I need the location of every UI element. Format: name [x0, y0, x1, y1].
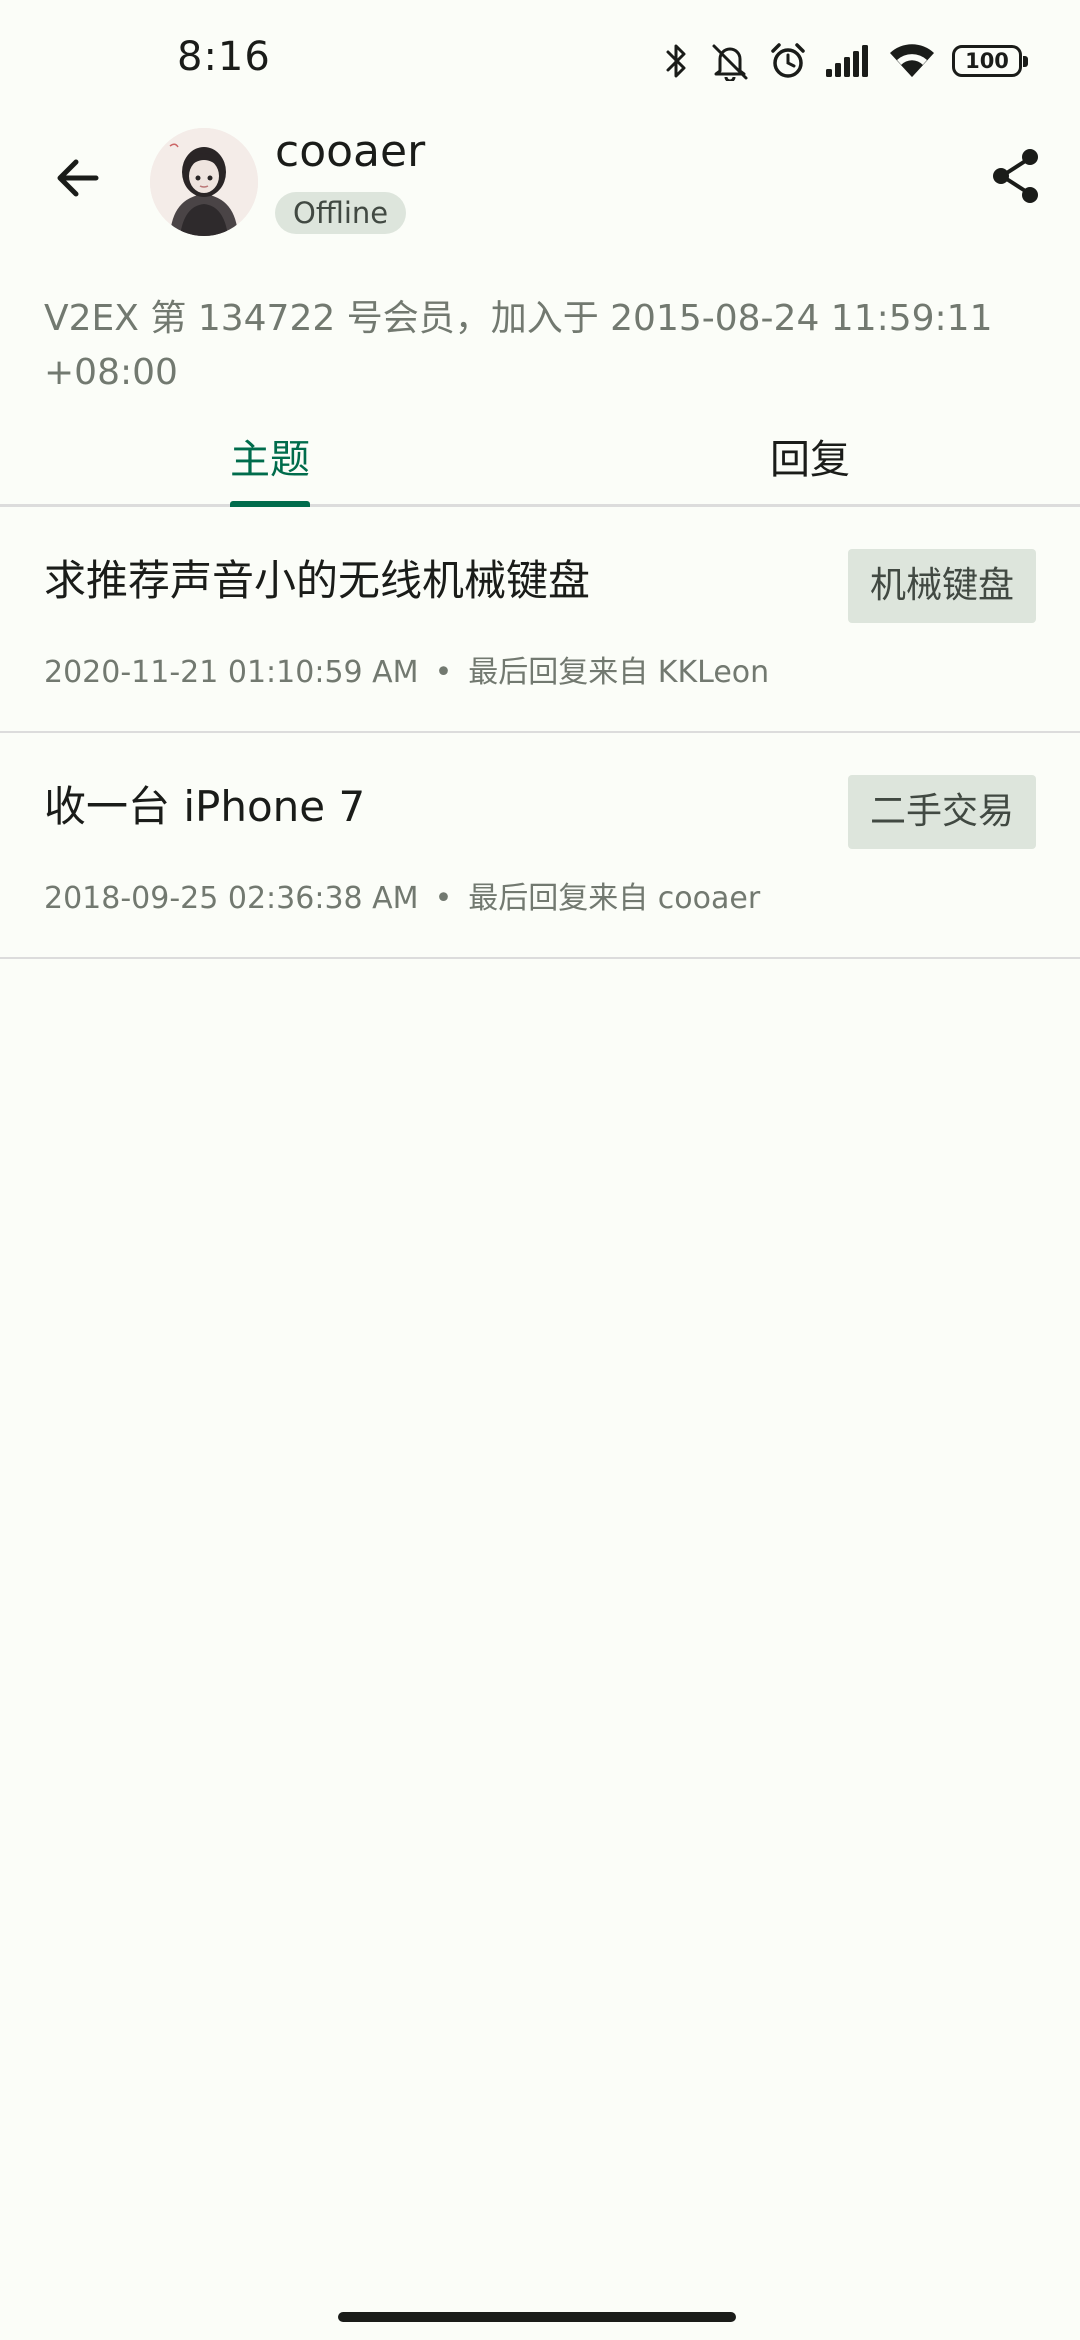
list-item[interactable]: 收一台 iPhone 7 二手交易 2018-09-25 02:36:38 AM… — [0, 733, 1080, 959]
tab-topics[interactable]: 主题 — [0, 418, 540, 507]
tab-replies[interactable]: 回复 — [540, 418, 1080, 504]
wifi-icon — [888, 41, 936, 81]
last-reply: 最后回复来自 KKLeon — [468, 655, 770, 690]
arrow-left-icon — [52, 152, 104, 208]
topic-meta: 2020-11-21 01:10:59 AM • 最后回复来自 KKLeon — [44, 647, 769, 691]
muted-bell-icon — [708, 41, 752, 81]
list-item[interactable]: 求推荐声音小的无线机械键盘 机械键盘 2020-11-21 01:10:59 A… — [0, 507, 1080, 733]
battery-icon: 100 — [952, 45, 1028, 77]
alarm-icon — [768, 41, 808, 81]
topic-time: 2020-11-21 01:10:59 AM — [44, 655, 419, 690]
profile-tabs: 主题 回复 — [0, 418, 1080, 507]
username: cooaer — [275, 126, 426, 177]
online-status-badge: Offline — [275, 192, 407, 234]
tab-topics-label: 主题 — [230, 418, 310, 507]
topic-title[interactable]: 求推荐声音小的无线机械键盘 — [44, 547, 824, 608]
status-bar: 8:16 100 — [0, 0, 1080, 120]
member-info: V2EX 第 134722 号会员，加入于 2015-08-24 11:59:1… — [44, 298, 993, 393]
status-time: 8:16 — [177, 34, 271, 80]
meta-separator: • — [434, 881, 453, 916]
bluetooth-icon — [662, 41, 692, 81]
share-button[interactable] — [982, 144, 1050, 212]
meta-separator: • — [434, 655, 453, 690]
gesture-navigation-bar[interactable] — [338, 2312, 736, 2322]
back-button[interactable] — [44, 146, 112, 214]
share-icon — [988, 146, 1044, 210]
node-tag[interactable]: 机械键盘 — [847, 549, 1036, 623]
status-icons: 100 — [662, 38, 1028, 84]
profile-header: cooaer Offline V2EX 第 134722 号会员，加入于 201… — [0, 120, 1080, 393]
last-reply: 最后回复来自 cooaer — [468, 881, 761, 916]
node-tag[interactable]: 二手交易 — [847, 775, 1036, 849]
tab-replies-label: 回复 — [770, 437, 850, 483]
topic-time: 2018-09-25 02:36:38 AM — [44, 881, 419, 916]
avatar[interactable] — [150, 128, 258, 236]
topic-meta: 2018-09-25 02:36:38 AM • 最后回复来自 cooaer — [44, 873, 760, 917]
topic-list: 求推荐声音小的无线机械键盘 机械键盘 2020-11-21 01:10:59 A… — [0, 507, 1080, 959]
signal-icon — [824, 41, 872, 81]
topic-title[interactable]: 收一台 iPhone 7 — [44, 773, 824, 834]
